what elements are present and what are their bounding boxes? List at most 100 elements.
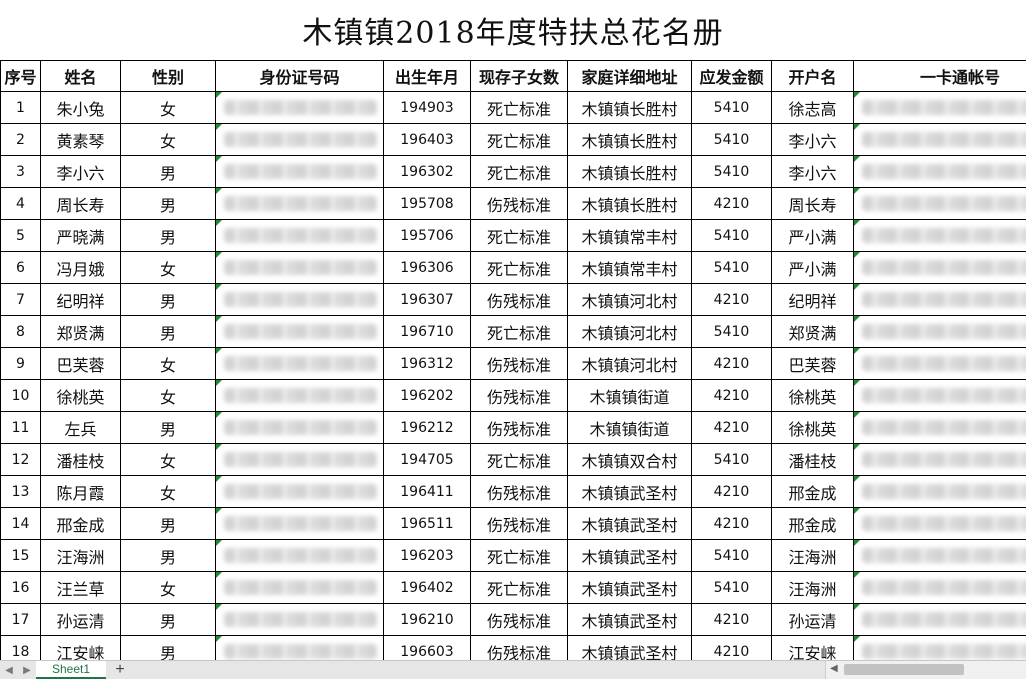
cell-no[interactable]: 9 xyxy=(1,348,41,380)
cell-no[interactable]: 6 xyxy=(1,252,41,284)
cell-id-number-redacted[interactable] xyxy=(216,220,384,252)
cell-address[interactable]: 木镇镇常丰村 xyxy=(568,220,692,252)
cell-no[interactable]: 17 xyxy=(1,604,41,636)
col-header-amount[interactable]: 应发金额 xyxy=(692,61,772,92)
cell-birth[interactable]: 196302 xyxy=(384,156,471,188)
cell-id-number-redacted[interactable] xyxy=(216,316,384,348)
col-header-no[interactable]: 序号 xyxy=(1,61,41,92)
cell-account-holder[interactable]: 徐志高 xyxy=(772,92,854,124)
cell-address[interactable]: 木镇镇双合村 xyxy=(568,444,692,476)
cell-sex[interactable]: 女 xyxy=(121,444,216,476)
cell-no[interactable]: 1 xyxy=(1,92,41,124)
cell-amount[interactable]: 4210 xyxy=(692,412,772,444)
col-header-children[interactable]: 现存子女数 xyxy=(471,61,568,92)
cell-no[interactable]: 4 xyxy=(1,188,41,220)
cell-account-holder[interactable]: 汪海洲 xyxy=(772,540,854,572)
cell-name[interactable]: 严晓满 xyxy=(41,220,121,252)
cell-card-account-redacted[interactable] xyxy=(854,316,1026,348)
cell-birth[interactable]: 196402 xyxy=(384,572,471,604)
cell-id-number-redacted[interactable] xyxy=(216,124,384,156)
cell-account-holder[interactable]: 徐桃英 xyxy=(772,412,854,444)
cell-no[interactable]: 7 xyxy=(1,284,41,316)
cell-account-holder[interactable]: 严小满 xyxy=(772,252,854,284)
cell-children[interactable]: 死亡标准 xyxy=(471,572,568,604)
cell-id-number-redacted[interactable] xyxy=(216,508,384,540)
cell-id-number-redacted[interactable] xyxy=(216,444,384,476)
cell-address[interactable]: 木镇镇武圣村 xyxy=(568,636,692,661)
cell-card-account-redacted[interactable] xyxy=(854,412,1026,444)
cell-birth[interactable]: 196203 xyxy=(384,540,471,572)
cell-children[interactable]: 伤残标准 xyxy=(471,476,568,508)
cell-id-number-redacted[interactable] xyxy=(216,380,384,412)
cell-address[interactable]: 木镇镇常丰村 xyxy=(568,252,692,284)
cell-id-number-redacted[interactable] xyxy=(216,572,384,604)
cell-birth[interactable]: 196411 xyxy=(384,476,471,508)
cell-address[interactable]: 木镇镇长胜村 xyxy=(568,188,692,220)
prev-sheet-icon[interactable]: ◀ xyxy=(5,665,13,676)
cell-children[interactable]: 伤残标准 xyxy=(471,604,568,636)
cell-sex[interactable]: 女 xyxy=(121,124,216,156)
cell-amount[interactable]: 4210 xyxy=(692,284,772,316)
cell-amount[interactable]: 5410 xyxy=(692,92,772,124)
cell-sex[interactable]: 女 xyxy=(121,380,216,412)
cell-children[interactable]: 伤残标准 xyxy=(471,508,568,540)
cell-amount[interactable]: 5410 xyxy=(692,540,772,572)
sheet-nav-buttons[interactable]: ◀ ▶ xyxy=(0,661,36,679)
cell-card-account-redacted[interactable] xyxy=(854,156,1026,188)
cell-amount[interactable]: 4210 xyxy=(692,604,772,636)
cell-birth[interactable]: 196212 xyxy=(384,412,471,444)
cell-amount[interactable]: 4210 xyxy=(692,476,772,508)
cell-name[interactable]: 郑贤满 xyxy=(41,316,121,348)
cell-account-holder[interactable]: 李小六 xyxy=(772,156,854,188)
cell-address[interactable]: 木镇镇武圣村 xyxy=(568,604,692,636)
col-header-card-account[interactable]: 一卡通帐号 xyxy=(854,61,1026,92)
cell-name[interactable]: 左兵 xyxy=(41,412,121,444)
next-sheet-icon[interactable]: ▶ xyxy=(23,665,31,676)
cell-no[interactable]: 14 xyxy=(1,508,41,540)
cell-sex[interactable]: 男 xyxy=(121,412,216,444)
cell-card-account-redacted[interactable] xyxy=(854,92,1026,124)
cell-children[interactable]: 死亡标准 xyxy=(471,316,568,348)
cell-id-number-redacted[interactable] xyxy=(216,540,384,572)
col-header-sex[interactable]: 性别 xyxy=(121,61,216,92)
cell-amount[interactable]: 5410 xyxy=(692,124,772,156)
cell-no[interactable]: 8 xyxy=(1,316,41,348)
cell-name[interactable]: 朱小兔 xyxy=(41,92,121,124)
cell-id-number-redacted[interactable] xyxy=(216,92,384,124)
cell-no[interactable]: 2 xyxy=(1,124,41,156)
cell-account-holder[interactable]: 郑贤满 xyxy=(772,316,854,348)
cell-name[interactable]: 汪兰草 xyxy=(41,572,121,604)
cell-name[interactable]: 潘桂枝 xyxy=(41,444,121,476)
cell-card-account-redacted[interactable] xyxy=(854,604,1026,636)
cell-amount[interactable]: 4210 xyxy=(692,636,772,661)
cell-children[interactable]: 死亡标准 xyxy=(471,220,568,252)
cell-account-holder[interactable]: 邢金成 xyxy=(772,508,854,540)
col-header-id-number[interactable]: 身份证号码 xyxy=(216,61,384,92)
cell-amount[interactable]: 4210 xyxy=(692,188,772,220)
cell-card-account-redacted[interactable] xyxy=(854,284,1026,316)
cell-no[interactable]: 18 xyxy=(1,636,41,661)
cell-sex[interactable]: 男 xyxy=(121,636,216,661)
cell-children[interactable]: 伤残标准 xyxy=(471,348,568,380)
cell-card-account-redacted[interactable] xyxy=(854,348,1026,380)
cell-card-account-redacted[interactable] xyxy=(854,188,1026,220)
cell-id-number-redacted[interactable] xyxy=(216,284,384,316)
cell-address[interactable]: 木镇镇长胜村 xyxy=(568,124,692,156)
cell-no[interactable]: 16 xyxy=(1,572,41,604)
sheet-tab-sheet1[interactable]: Sheet1 xyxy=(36,661,106,679)
cell-id-number-redacted[interactable] xyxy=(216,348,384,380)
cell-id-number-redacted[interactable] xyxy=(216,604,384,636)
cell-address[interactable]: 木镇镇武圣村 xyxy=(568,540,692,572)
cell-birth[interactable]: 196603 xyxy=(384,636,471,661)
cell-children[interactable]: 伤残标准 xyxy=(471,284,568,316)
cell-birth[interactable]: 194903 xyxy=(384,92,471,124)
cell-children[interactable]: 死亡标准 xyxy=(471,92,568,124)
cell-name[interactable]: 李小六 xyxy=(41,156,121,188)
cell-account-holder[interactable]: 纪明祥 xyxy=(772,284,854,316)
cell-account-holder[interactable]: 严小满 xyxy=(772,220,854,252)
cell-amount[interactable]: 5410 xyxy=(692,156,772,188)
cell-account-holder[interactable]: 邢金成 xyxy=(772,476,854,508)
cell-birth[interactable]: 196312 xyxy=(384,348,471,380)
horizontal-scrollbar[interactable]: ◀ xyxy=(825,661,1026,679)
cell-amount[interactable]: 5410 xyxy=(692,252,772,284)
